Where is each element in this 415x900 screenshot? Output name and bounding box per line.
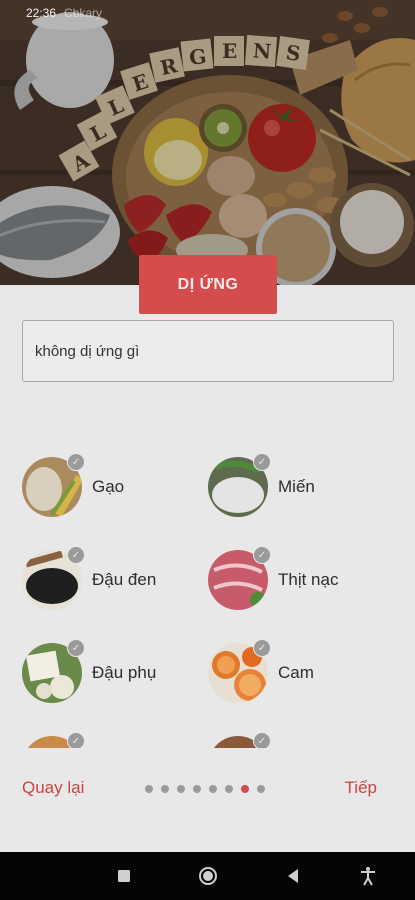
food-item-gao[interactable]: ✓ Gạo xyxy=(22,453,125,517)
pager-nav: Quay lại Tiếp xyxy=(0,765,415,815)
select-check-icon[interactable]: ✓ xyxy=(253,453,271,471)
back-button[interactable]: Quay lại xyxy=(22,778,84,798)
select-check-icon[interactable]: ✓ xyxy=(67,546,85,564)
food-label: Cam xyxy=(278,663,314,682)
select-check-icon[interactable]: ✓ xyxy=(67,639,85,657)
page-dot xyxy=(209,785,217,793)
food-grid: ✓ Gạo ✓ Miến ✓ Đậu đen ✓ Thịt nạc ✓ Đậu … xyxy=(0,440,415,748)
status-carrier: Cbkary xyxy=(64,6,103,20)
allergy-title-button[interactable]: DỊ ỨNG xyxy=(139,255,277,314)
page-dot xyxy=(145,785,153,793)
food-item-dau-den[interactable]: ✓ Đậu đen xyxy=(22,546,157,610)
select-check-icon[interactable]: ✓ xyxy=(253,546,271,564)
status-time: 22:36 xyxy=(26,6,57,20)
food-label: Đậu đen xyxy=(92,570,157,589)
page-dot xyxy=(225,785,233,793)
page-dot xyxy=(177,785,185,793)
hero-image: ALLERGENS A L L E R G E N S xyxy=(0,0,415,285)
food-label: Gạo xyxy=(92,477,125,496)
food-label: Miến xyxy=(278,477,315,496)
accessibility-icon[interactable] xyxy=(358,866,378,886)
select-check-icon[interactable]: ✓ xyxy=(67,732,85,748)
allergy-note-value: không dị ứng gì xyxy=(35,342,140,360)
food-item-partial[interactable]: ✓ xyxy=(22,732,85,748)
select-check-icon[interactable]: ✓ xyxy=(253,639,271,657)
page-dot-active xyxy=(241,785,249,793)
home-icon[interactable] xyxy=(198,866,218,886)
allergy-note-input[interactable]: không dị ứng gì xyxy=(22,320,394,382)
food-label: Thịt nạc xyxy=(278,570,339,589)
food-item-mien[interactable]: ✓ Miến xyxy=(208,453,315,517)
food-item-partial[interactable]: ✓ xyxy=(208,732,271,748)
system-nav-bar xyxy=(0,852,415,900)
recents-icon[interactable] xyxy=(114,866,134,886)
page-indicator xyxy=(145,785,265,793)
food-item-thit-nac[interactable]: ✓ Thịt nạc xyxy=(208,546,339,610)
food-item-cam[interactable]: ✓ Cam xyxy=(208,639,314,703)
select-check-icon[interactable]: ✓ xyxy=(67,453,85,471)
food-item-dau-phu[interactable]: ✓ Đậu phụ xyxy=(22,639,157,703)
next-button[interactable]: Tiếp xyxy=(345,778,377,798)
food-label: Đậu phụ xyxy=(92,663,157,682)
back-nav-icon[interactable] xyxy=(283,866,303,886)
page-dot xyxy=(193,785,201,793)
page-dot xyxy=(257,785,265,793)
select-check-icon[interactable]: ✓ xyxy=(253,732,271,748)
status-bar: 22:36 Cbkary xyxy=(0,0,415,26)
page-dot xyxy=(161,785,169,793)
